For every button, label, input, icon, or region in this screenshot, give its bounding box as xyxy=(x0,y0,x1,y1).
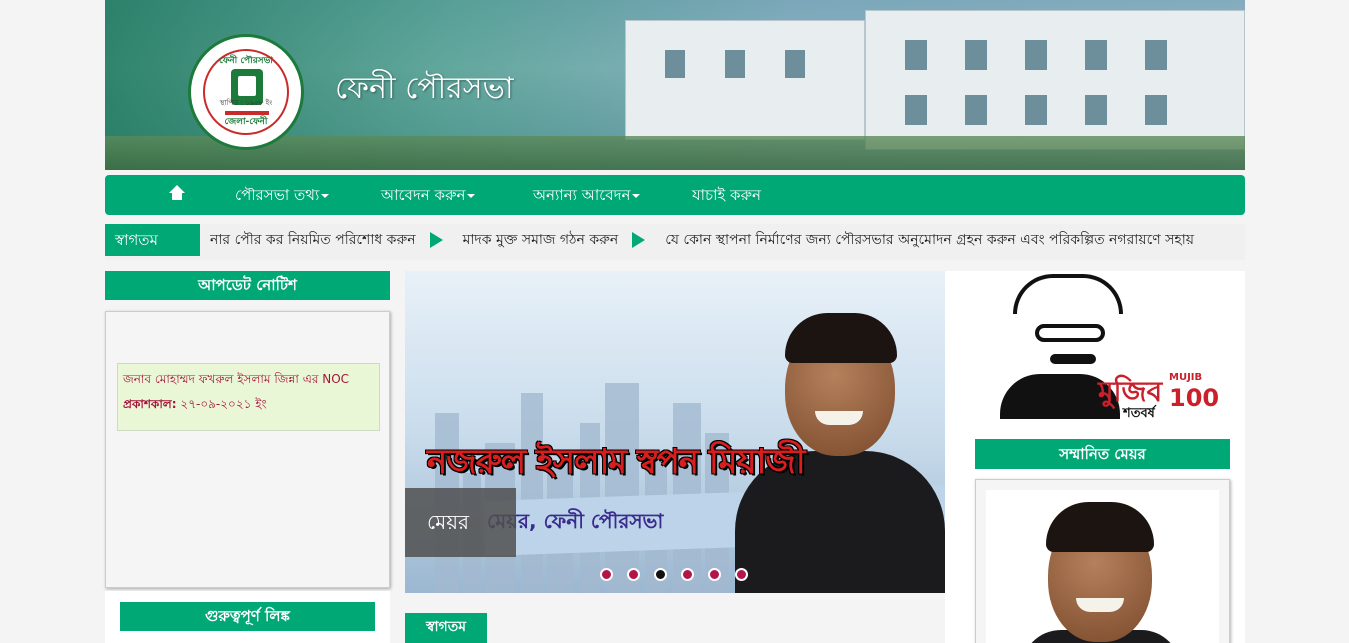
slider-dot[interactable] xyxy=(735,568,748,581)
person-hair xyxy=(1046,502,1154,552)
nav-item-other-applications[interactable]: অন্যান্য আবেদন xyxy=(533,175,641,215)
building-window xyxy=(965,95,987,125)
slider-dot[interactable] xyxy=(627,568,640,581)
ticker-message[interactable]: মাদক মুক্ত সমাজ গঠন করুন xyxy=(463,232,619,248)
person-smile xyxy=(815,411,863,425)
ticker-message[interactable]: নার পৌর কর নিয়মিত পরিশোধ করুন xyxy=(210,232,416,248)
building-window xyxy=(965,40,987,70)
notice-date-label: প্রকাশকাল: xyxy=(123,397,177,411)
slider-dot-active[interactable] xyxy=(654,568,667,581)
building-window xyxy=(1085,95,1107,125)
slide-mayor-name: নজরুল ইসলাম স্বপন মিয়াজী xyxy=(427,442,806,482)
nav-item-label: অন্যান্য আবেদন xyxy=(533,186,631,204)
mujib-en-title: MUJIB xyxy=(1169,372,1203,383)
building-window xyxy=(1145,95,1167,125)
nav-item-label: যাচাই করুন xyxy=(692,186,761,204)
building-image xyxy=(625,20,865,140)
skyline-building xyxy=(521,393,543,593)
building-window xyxy=(785,50,805,78)
ticker-track: নার পৌর কর নিয়মিত পরিশোধ করুন মাদক মুক্ত… xyxy=(210,224,1245,256)
building-window xyxy=(1025,40,1047,70)
nav-item-municipality-info[interactable]: পৌরসভা তথ্য xyxy=(235,175,330,215)
building-window xyxy=(1085,40,1107,70)
nav-item-label: আবেদন করুন xyxy=(381,186,466,204)
slider-dots xyxy=(600,568,748,581)
notice-item[interactable]: জনাব মোহাম্মদ ফখরুল ইসলাম জিন্না এর NOC … xyxy=(117,363,380,431)
main-nav: পৌরসভা তথ্য আবেদন করুন অন্যান্য আবেদন যা… xyxy=(105,175,1245,215)
play-arrow-icon xyxy=(429,232,443,248)
building-window xyxy=(1145,40,1167,70)
links-section-title: গুরুত্বপূর্ণ লিঙ্ক xyxy=(120,602,375,631)
mujib-glasses xyxy=(1035,324,1105,342)
notice-date-value: ২৭-০৯-২০২১ ইং xyxy=(180,397,267,411)
caret-down-icon xyxy=(467,193,476,198)
mayor-portrait xyxy=(986,490,1219,643)
slider-dot[interactable] xyxy=(708,568,721,581)
municipality-logo[interactable]: ফেনী পৌরসভা স্থাপিত : ১৯৫৮ ইং জেলা-ফেনী xyxy=(188,34,304,150)
welcome-tab[interactable]: স্বাগতম xyxy=(405,613,487,643)
notice-box: জনাব মোহাম্মদ ফখরুল ইসলাম জিন্না এর NOC … xyxy=(105,311,390,588)
home-icon[interactable] xyxy=(169,185,185,201)
person-smile xyxy=(1076,598,1124,612)
slider-dot[interactable] xyxy=(600,568,613,581)
building-window xyxy=(905,40,927,70)
building-window xyxy=(1025,95,1047,125)
play-arrow-icon xyxy=(632,232,646,248)
person-hair xyxy=(785,313,897,363)
notice-date: প্রকাশকাল: ২৭-০৯-২০২১ ইং xyxy=(123,396,374,416)
mayor-card[interactable] xyxy=(975,479,1230,643)
notice-section-title: আপডেট নোটিশ xyxy=(105,271,390,300)
site-title[interactable]: ফেনী পৌরসভা xyxy=(335,64,514,115)
nav-item-apply[interactable]: আবেদন করুন xyxy=(381,175,476,215)
building-window xyxy=(905,95,927,125)
caret-down-icon xyxy=(321,193,330,198)
mujib-100-logo[interactable]: মুজিব শতবর্ষ MUJIB 100 xyxy=(995,274,1219,424)
building-window xyxy=(725,50,745,78)
slide-caption: মেয়র xyxy=(405,488,516,557)
caret-down-icon xyxy=(632,193,641,198)
nav-item-label: পৌরসভা তথ্য xyxy=(235,186,320,204)
mujib-en-number: 100 xyxy=(1169,384,1220,412)
nav-item-verify[interactable]: যাচাই করুন xyxy=(692,175,761,215)
logo-established-text: স্থাপিত : ১৯৫৮ ইং xyxy=(219,99,273,107)
building-image xyxy=(865,10,1245,150)
mayor-section-title: সম্মানিত মেয়র xyxy=(975,439,1230,469)
news-ticker: স্বাগতম নার পৌর কর নিয়মিত পরিশোধ করুন মা… xyxy=(105,224,1245,260)
hero-slider[interactable]: নজরুল ইসলাম স্বপন মিয়াজী মেয়র, ফেনী পৌ… xyxy=(405,271,945,593)
building-window xyxy=(665,50,685,78)
ticker-label: স্বাগতম xyxy=(105,224,200,256)
ticker-message[interactable]: যে কোন স্থাপনা নির্মাণের জন্য পৌরসভার অন… xyxy=(665,232,1194,248)
mujib-bn-sub: শতবর্ষ xyxy=(1123,406,1155,421)
logo-bottom-text: জেলা-ফেনী xyxy=(224,117,268,127)
logo-ring: ফেনী পৌরসভা স্থাপিত : ১৯৫৮ ইং জেলা-ফেনী xyxy=(203,49,289,135)
logo-top-text: ফেনী পৌরসভা xyxy=(219,56,273,66)
mujib-moustache xyxy=(1050,354,1096,364)
slider-dot[interactable] xyxy=(681,568,694,581)
notice-title[interactable]: জনাব মোহাম্মদ ফখরুল ইসলাম জিন্না এর NOC xyxy=(123,370,374,388)
